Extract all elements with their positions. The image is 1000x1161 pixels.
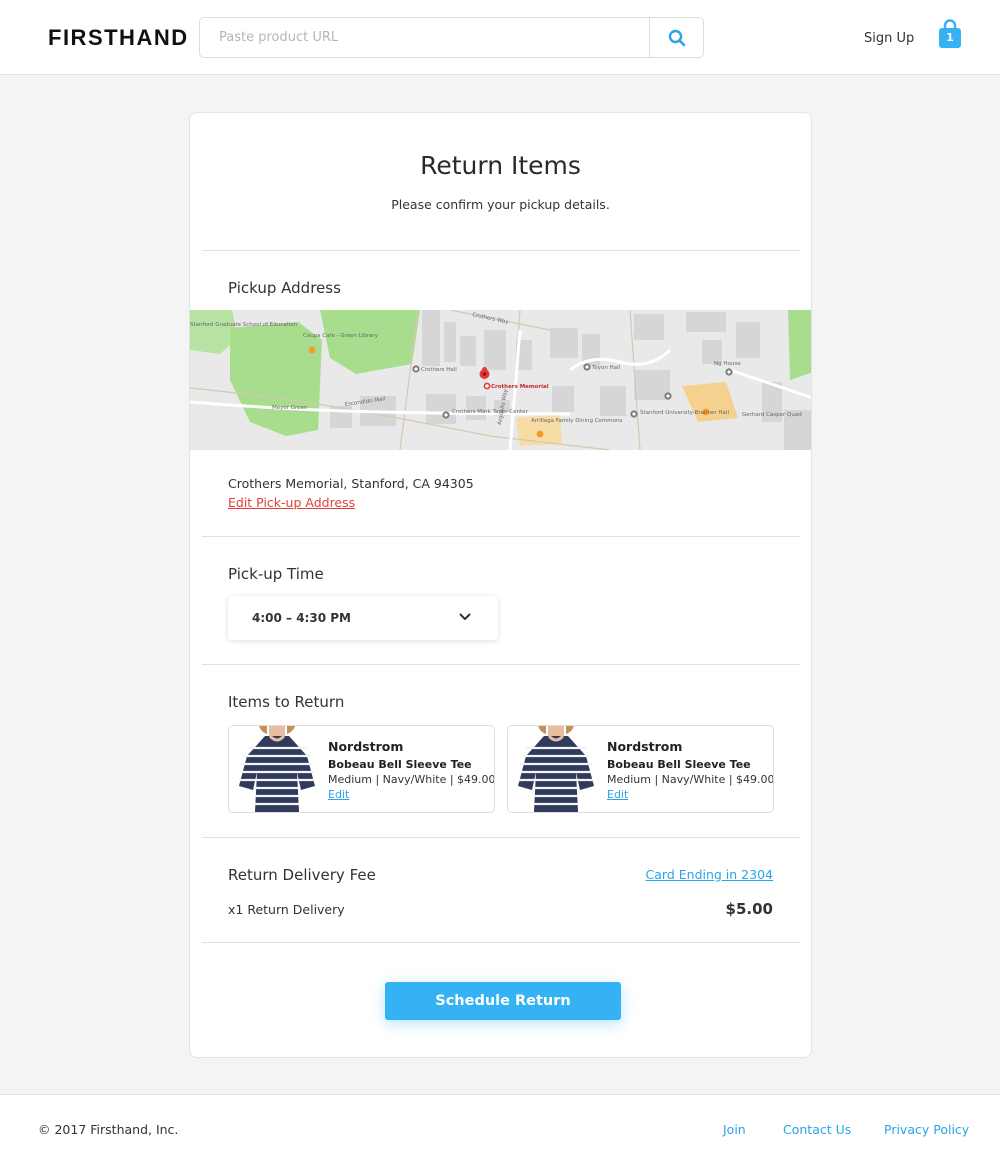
svg-text:Coupa Cafe - Green Library: Coupa Cafe - Green Library (303, 333, 379, 339)
edit-item-link[interactable]: Edit (607, 788, 628, 801)
search-button[interactable] (649, 18, 703, 57)
svg-text:Stanford University-Branner Ha: Stanford University-Branner Hall (640, 410, 729, 416)
return-item-card[interactable]: Nordstrom Bobeau Bell Sleeve Tee Medium … (507, 725, 774, 813)
schedule-return-button[interactable]: Schedule Return (385, 982, 621, 1020)
svg-text:Ng House: Ng House (714, 361, 741, 367)
pickup-time-select[interactable]: 4:00 – 4:30 PM (228, 596, 498, 640)
svg-text:Crothers Memorial: Crothers Memorial (491, 384, 549, 390)
sign-up-link[interactable]: Sign Up (864, 31, 914, 46)
edit-item-link[interactable]: Edit (328, 788, 349, 801)
return-delivery-fee-heading: Return Delivery Fee (228, 866, 376, 884)
product-image (516, 726, 596, 812)
svg-text:Crothers Hall: Crothers Hall (421, 367, 457, 373)
divider (202, 664, 800, 665)
pickup-map[interactable]: Coupa Cafe - Green Library Stanford Grad… (190, 310, 811, 450)
item-name: Bobeau Bell Sleeve Tee (328, 758, 472, 771)
search-icon (668, 29, 685, 46)
pickup-address-text: Crothers Memorial, Stanford, CA 94305 (228, 476, 474, 491)
chevron-down-icon (459, 613, 471, 620)
payment-card-link[interactable]: Card Ending in 2304 (646, 867, 773, 882)
svg-text:Gerhard Casper Quad: Gerhard Casper Quad (742, 412, 802, 418)
divider (202, 250, 800, 251)
divider (202, 837, 800, 838)
pickup-time-heading: Pick-up Time (228, 565, 324, 583)
svg-text:Stanford Graduate School of Ed: Stanford Graduate School of Education (190, 322, 298, 328)
shopping-bag-button[interactable]: 1 (937, 18, 963, 50)
items-to-return-heading: Items to Return (228, 693, 345, 711)
url-search-bar (199, 17, 704, 58)
item-name: Bobeau Bell Sleeve Tee (607, 758, 751, 771)
edit-pickup-address-link[interactable]: Edit Pick-up Address (228, 495, 355, 510)
site-header: FIRSTHAND Sign Up 1 (0, 0, 1000, 75)
return-items-card: Return Items Please confirm your pickup … (189, 112, 812, 1058)
join-link[interactable]: Join (723, 1122, 746, 1137)
product-image (237, 726, 317, 812)
svg-text:Arrillaga Family Dining Common: Arrillaga Family Dining Commons (531, 418, 622, 424)
contact-us-link[interactable]: Contact Us (783, 1122, 851, 1137)
fee-line-label: x1 Return Delivery (228, 902, 345, 917)
privacy-policy-link[interactable]: Privacy Policy (884, 1122, 969, 1137)
svg-text:Crothers Mark Taper Center: Crothers Mark Taper Center (452, 409, 529, 415)
svg-text:Meyer Green: Meyer Green (272, 405, 308, 411)
divider (202, 942, 800, 943)
return-item-card[interactable]: Nordstrom Bobeau Bell Sleeve Tee Medium … (228, 725, 495, 813)
item-brand: Nordstrom (328, 739, 404, 754)
map-graphic: Coupa Cafe - Green Library Stanford Grad… (190, 310, 811, 450)
site-footer: © 2017 Firsthand, Inc. Join Contact Us P… (0, 1094, 1000, 1161)
pickup-address-heading: Pickup Address (228, 279, 341, 297)
cart-count-badge: 1 (946, 31, 954, 44)
firsthand-logo[interactable]: FIRSTHAND (48, 25, 189, 51)
divider (202, 536, 800, 537)
item-details: Medium | Navy/White | $49.00 (328, 773, 495, 786)
svg-text:Toyon Hall: Toyon Hall (591, 365, 621, 371)
page-subtitle: Please confirm your pickup details. (391, 197, 610, 212)
copyright-text: © 2017 Firsthand, Inc. (38, 1122, 179, 1137)
fee-amount: $5.00 (725, 900, 773, 918)
pickup-time-value: 4:00 – 4:30 PM (252, 611, 351, 625)
item-details: Medium | Navy/White | $49.00 (607, 773, 774, 786)
product-url-input[interactable] (200, 18, 649, 57)
page-title: Return Items (420, 151, 581, 180)
item-brand: Nordstrom (607, 739, 683, 754)
